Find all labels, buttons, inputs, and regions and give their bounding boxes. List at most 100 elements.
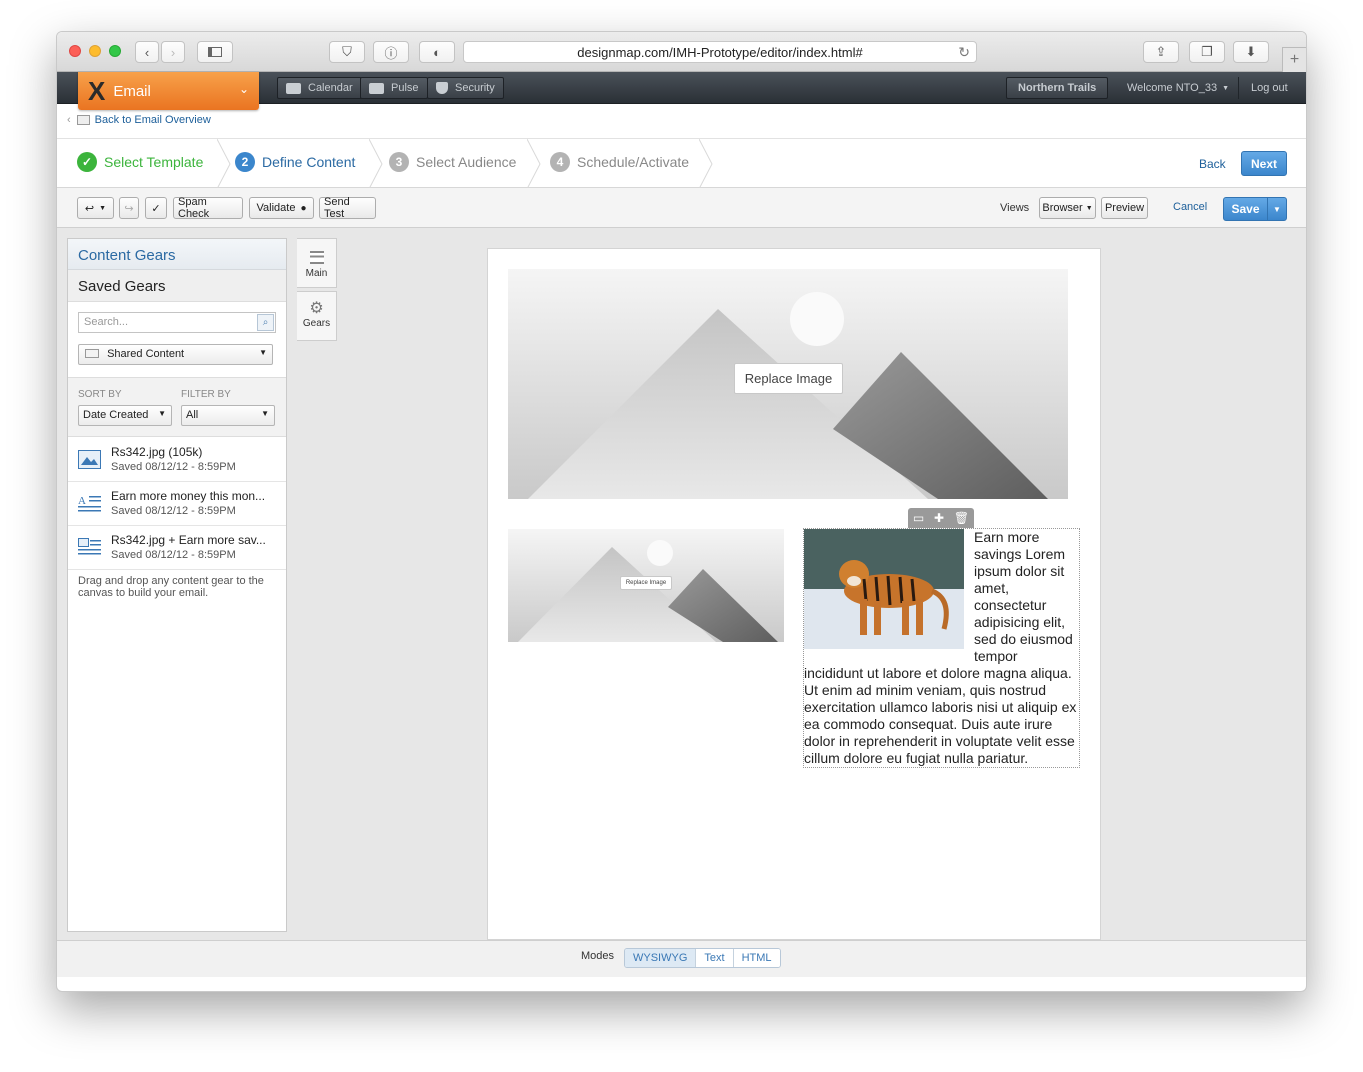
save-button[interactable]: Save bbox=[1223, 197, 1268, 221]
wizard-back-button[interactable]: Back bbox=[1199, 157, 1226, 171]
search-icon[interactable]: ⌕ bbox=[257, 314, 274, 331]
address-bar[interactable]: designmap.com/IMH-Prototype/editor/index… bbox=[463, 41, 977, 63]
list-item[interactable]: Rs342.jpg + Earn more sav... Saved 08/12… bbox=[68, 526, 286, 570]
content-gears-title[interactable]: Content Gears bbox=[68, 239, 286, 270]
caret-down-icon: ▼ bbox=[261, 409, 269, 418]
spellcheck-button[interactable]: ✓ bbox=[145, 197, 167, 219]
undo-button[interactable]: ↩ ▼ bbox=[77, 197, 114, 219]
list-icon bbox=[76, 115, 90, 125]
minimize-window-button[interactable] bbox=[89, 45, 101, 57]
calendar-icon bbox=[286, 82, 301, 94]
replace-image-button[interactable]: Replace Image bbox=[734, 363, 843, 394]
validate-button[interactable]: Validate ● bbox=[249, 197, 314, 219]
step-schedule-activate[interactable]: 4 Schedule/Activate bbox=[550, 152, 689, 172]
zoom-window-button[interactable] bbox=[109, 45, 121, 57]
tabs-overview-button[interactable]: ❐ bbox=[1189, 41, 1225, 63]
app-switcher[interactable]: X Email ⌄ bbox=[78, 72, 259, 110]
chevron-down-icon: ⌄ bbox=[238, 82, 249, 96]
tab-security-label: Security bbox=[455, 82, 495, 94]
tab-calendar-label: Calendar bbox=[308, 82, 353, 94]
tab-security[interactable]: Security bbox=[427, 77, 504, 99]
share-button[interactable]: ⇪ bbox=[1143, 41, 1179, 63]
step-select-template[interactable]: ✓ Select Template bbox=[77, 152, 203, 172]
svg-text:A: A bbox=[78, 495, 86, 507]
gear-title: Earn more money this mon... bbox=[111, 489, 266, 503]
sidebar-icon bbox=[208, 47, 222, 57]
breadcrumb[interactable]: ‹ Back to Email Overview bbox=[67, 114, 211, 126]
cancel-button[interactable]: Cancel bbox=[1173, 201, 1207, 213]
caret-down-icon: ▼ bbox=[1085, 204, 1093, 212]
sort-filter-bar: SORT BY FILTER BY Date Created ▼ All ▼ bbox=[68, 377, 286, 437]
hero-image-placeholder[interactable]: Replace Image bbox=[508, 269, 1068, 499]
step-select-audience[interactable]: 3 Select Audience bbox=[389, 152, 516, 172]
back-nav-button[interactable]: ‹ bbox=[135, 41, 159, 63]
chevron-left-icon: ‹ bbox=[144, 44, 150, 60]
side-tab-main[interactable]: Main bbox=[297, 238, 337, 288]
block-toolbar: ▭ ✚ 🗑 bbox=[908, 508, 974, 528]
list-item[interactable]: Rs342.jpg (105k) Saved 08/12/12 - 8:59PM bbox=[68, 438, 286, 482]
email-canvas[interactable]: Replace Image Replace Image ▭ ✚ 🗑 Earn m… bbox=[487, 248, 1101, 940]
preview-button[interactable]: Preview bbox=[1101, 197, 1148, 219]
gear-title: Rs342.jpg (105k) bbox=[111, 445, 203, 459]
modes-label: Modes bbox=[581, 950, 615, 962]
tiger-photo[interactable] bbox=[804, 529, 964, 649]
search-placeholder: Search... bbox=[84, 316, 129, 328]
redo-button[interactable]: ↪ bbox=[119, 197, 139, 219]
gear-title: Rs342.jpg + Earn more sav... bbox=[111, 533, 266, 547]
wizard-next-button[interactable]: Next bbox=[1241, 151, 1287, 176]
folder-value: Shared Content bbox=[107, 348, 185, 360]
sort-select[interactable]: Date Created ▼ bbox=[78, 405, 172, 426]
close-window-button[interactable] bbox=[69, 45, 81, 57]
check-icon: ✓ bbox=[77, 152, 97, 172]
step-define-content[interactable]: 2 Define Content bbox=[235, 152, 355, 172]
sidebar-toggle-button[interactable] bbox=[197, 41, 233, 63]
user-menu[interactable]: Welcome NTO_33 ▼ bbox=[1127, 77, 1229, 99]
folder-select[interactable]: Shared Content ▼ bbox=[78, 344, 273, 365]
mode-html[interactable]: HTML bbox=[733, 949, 780, 967]
logout-link[interactable]: Log out bbox=[1238, 77, 1288, 99]
side-tab-gears-label: Gears bbox=[302, 318, 331, 329]
mode-wysiwyg[interactable]: WYSIWYG bbox=[625, 949, 697, 967]
mode-text[interactable]: Text bbox=[696, 949, 734, 967]
gear-saved-date: Saved 08/12/12 - 8:59PM bbox=[111, 461, 236, 473]
reload-icon[interactable]: ↻ bbox=[958, 44, 970, 61]
chevron-right-icon: › bbox=[170, 44, 176, 60]
save-block-icon[interactable]: ▭ bbox=[913, 511, 924, 525]
password-button[interactable]: ⓘ bbox=[373, 41, 409, 63]
step-separator bbox=[699, 139, 713, 189]
list-item[interactable]: A Earn more money this mon... Saved 08/1… bbox=[68, 482, 286, 526]
chevron-left-icon: ‹ bbox=[67, 114, 71, 126]
view-mode-select[interactable]: Browser ▼ bbox=[1039, 197, 1096, 219]
logout-label: Log out bbox=[1251, 82, 1288, 94]
secondary-image-placeholder[interactable]: Replace Image bbox=[508, 529, 784, 642]
side-tab-gears[interactable]: ⚙ Gears bbox=[297, 291, 337, 341]
org-switcher[interactable]: Northern Trails bbox=[1006, 77, 1109, 99]
step-label: Select Template bbox=[104, 154, 204, 170]
image-text-block[interactable]: Earn more savings Lorem ipsum dolor sit … bbox=[803, 528, 1080, 768]
replace-image-button[interactable]: Replace Image bbox=[620, 576, 672, 590]
send-test-button[interactable]: Send Test bbox=[319, 196, 376, 220]
step-separator bbox=[217, 139, 231, 189]
welcome-text: Welcome NTO_33 bbox=[1127, 82, 1218, 94]
extension-button[interactable]: ◐ bbox=[419, 41, 455, 63]
caret-down-icon: ▼ bbox=[259, 348, 267, 357]
trash-icon[interactable]: 🗑 bbox=[954, 511, 969, 525]
wizard-steps: ✓ Select Template 2 Define Content 3 Sel… bbox=[57, 138, 1306, 189]
views-label: Views bbox=[1000, 202, 1030, 214]
share-icon: ⇪ bbox=[1155, 44, 1167, 59]
new-tab-button[interactable]: + bbox=[1282, 47, 1306, 72]
saved-gears-title[interactable]: Saved Gears bbox=[68, 270, 286, 302]
move-icon[interactable]: ✚ bbox=[934, 511, 944, 525]
tab-pulse[interactable]: Pulse bbox=[360, 77, 428, 99]
spam-check-button[interactable]: Spam Check bbox=[173, 196, 243, 220]
filter-select[interactable]: All ▼ bbox=[181, 405, 275, 426]
tab-calendar[interactable]: Calendar bbox=[277, 77, 362, 99]
forward-nav-button[interactable]: › bbox=[161, 41, 185, 63]
plus-icon: + bbox=[1289, 51, 1300, 68]
search-input[interactable]: Search... ⌕ bbox=[78, 312, 276, 333]
back-to-overview-link[interactable]: Back to Email Overview bbox=[95, 114, 211, 126]
save-options-button[interactable]: ▼ bbox=[1267, 197, 1287, 221]
step-label: Select Audience bbox=[416, 154, 517, 170]
downloads-button[interactable]: ⬇ bbox=[1233, 41, 1269, 63]
pocket-button[interactable]: ⛉ bbox=[329, 41, 365, 63]
